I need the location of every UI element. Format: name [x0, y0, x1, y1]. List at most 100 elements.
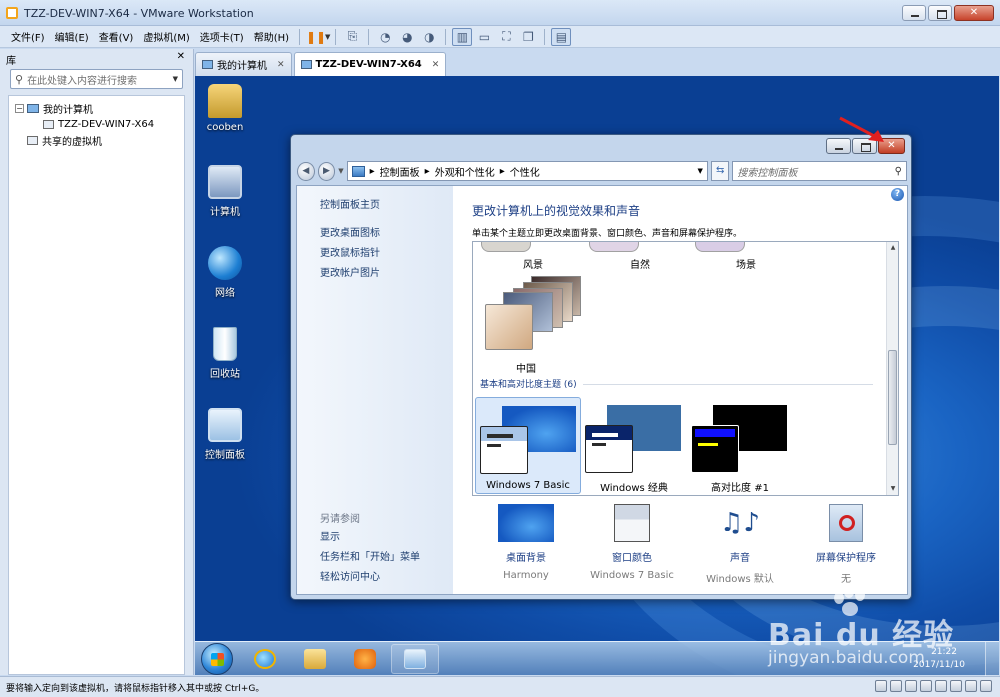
- theme-thumb-landscapes[interactable]: [481, 242, 531, 252]
- start-button[interactable]: [201, 643, 233, 675]
- theme-windows-classic[interactable]: Windows 经典: [581, 397, 687, 494]
- back-icon[interactable]: ◀: [297, 161, 315, 181]
- item-label[interactable]: 屏幕保护程序: [790, 549, 902, 564]
- theme-list-scrollbar[interactable]: ▲ ▼: [886, 242, 898, 495]
- chevron-down-icon[interactable]: ▼: [338, 167, 343, 175]
- item-label[interactable]: 桌面背景: [470, 549, 582, 564]
- menu-vm[interactable]: 虚拟机(M): [138, 29, 194, 44]
- annotation-arrow-icon: [839, 116, 884, 142]
- close-icon[interactable]: ✕: [177, 51, 185, 62]
- theme-thumb-nature[interactable]: [589, 242, 639, 252]
- close-icon[interactable]: ✕: [432, 60, 440, 70]
- link-taskbar-start-menu[interactable]: 任务栏和「开始」菜单: [320, 548, 420, 568]
- menu-tabs[interactable]: 选项卡(T): [195, 29, 249, 44]
- desktop-icon-computer[interactable]: 计算机: [195, 165, 255, 218]
- usb-icon[interactable]: [965, 680, 977, 692]
- control-panel-search-input[interactable]: 搜索控制面板 ⚲: [732, 161, 907, 181]
- taskbar-media-player[interactable]: [341, 644, 389, 674]
- snapshot-icon[interactable]: ◔: [375, 28, 395, 46]
- minimize-button[interactable]: [902, 5, 926, 21]
- help-icon[interactable]: ?: [891, 188, 904, 201]
- link-control-panel-home[interactable]: 控制面板主页: [320, 196, 380, 211]
- refresh-icon[interactable]: ⇆: [710, 161, 730, 181]
- view-fullscreen-icon[interactable]: ⛶: [496, 28, 516, 46]
- sound-card-icon[interactable]: [950, 680, 962, 692]
- vmware-logo-icon: [6, 7, 18, 19]
- hard-disk-icon[interactable]: [875, 680, 887, 692]
- chevron-down-icon[interactable]: ▼: [173, 75, 178, 83]
- personalization-body: 控制面板主页 更改桌面图标 更改鼠标指针 更改帐户图片 另请参阅 显示 任务栏和…: [296, 185, 908, 595]
- cd-drive-icon[interactable]: [890, 680, 902, 692]
- breadcrumb-item[interactable]: 个性化: [510, 164, 540, 179]
- tree-item-shared-vms[interactable]: 共享的虚拟机: [15, 132, 178, 148]
- tab-my-computer[interactable]: 我的计算机 ✕: [195, 52, 292, 76]
- tree-item-vm[interactable]: TZZ-DEV-WIN7-X64: [15, 116, 178, 132]
- desktop-background-item[interactable]: 桌面背景 Harmony: [470, 504, 582, 581]
- menu-edit[interactable]: 编辑(E): [50, 29, 94, 44]
- breadcrumb[interactable]: ▸ 控制面板 ▸ 外观和个性化 ▸ 个性化 ▼: [346, 161, 708, 181]
- pause-icon[interactable]: ❚❚: [306, 28, 326, 46]
- link-display[interactable]: 显示: [320, 528, 420, 548]
- theme-label[interactable]: 风景: [503, 256, 563, 271]
- chevron-down-icon[interactable]: ▼: [697, 167, 702, 175]
- desktop-icon-network[interactable]: 网络: [195, 246, 255, 299]
- desktop-icon-label: 回收站: [210, 369, 240, 380]
- breadcrumb-item[interactable]: 控制面板: [380, 164, 420, 179]
- revert-snapshot-icon[interactable]: ◕: [397, 28, 417, 46]
- scroll-down-icon[interactable]: ▼: [887, 483, 898, 495]
- tree-item-my-computer[interactable]: − 我的计算机: [15, 100, 178, 116]
- send-keys-icon[interactable]: ⎘: [342, 28, 362, 46]
- view-unity-icon[interactable]: ❐: [518, 28, 538, 46]
- view-normal-icon[interactable]: ▥: [452, 27, 473, 46]
- desktop-icon-recycle-bin[interactable]: 回收站: [195, 327, 255, 380]
- maximize-button[interactable]: [928, 5, 952, 21]
- desktop-icon-control-panel[interactable]: 控制面板: [195, 408, 255, 461]
- close-button[interactable]: [954, 5, 994, 21]
- theme-name: Windows 7 Basic: [486, 480, 570, 491]
- snapshot-manager-icon[interactable]: ◑: [419, 28, 439, 46]
- collapse-icon[interactable]: −: [15, 103, 24, 113]
- window-color-item[interactable]: 窗口颜色 Windows 7 Basic: [576, 504, 688, 581]
- floppy-icon[interactable]: [905, 680, 917, 692]
- theme-windows-7-basic[interactable]: Windows 7 Basic: [475, 397, 581, 494]
- search-icon[interactable]: ⚲: [895, 166, 902, 177]
- thumbnail-icon[interactable]: ▤: [551, 27, 572, 46]
- menu-help[interactable]: 帮助(H): [249, 29, 294, 44]
- desktop-icon-user[interactable]: cooben: [195, 84, 255, 133]
- theme-thumb-scenes[interactable]: [695, 242, 745, 252]
- item-label[interactable]: 声音: [684, 549, 796, 564]
- computer-icon: [202, 60, 213, 69]
- theme-label[interactable]: 场景: [716, 256, 776, 271]
- main-pane: ? 更改计算机上的视觉效果和声音 单击某个主题立即更改桌面背景、窗口颜色、声音和…: [454, 186, 907, 594]
- theme-thumb-china[interactable]: [485, 276, 585, 356]
- printer-icon[interactable]: [935, 680, 947, 692]
- forward-icon[interactable]: ▶: [317, 161, 336, 181]
- taskbar-control-panel[interactable]: [391, 644, 439, 674]
- link-change-desktop-icons[interactable]: 更改桌面图标: [320, 224, 380, 244]
- close-icon[interactable]: ✕: [277, 60, 285, 70]
- message-icon[interactable]: [980, 680, 992, 692]
- menu-view[interactable]: 查看(V): [94, 29, 139, 44]
- link-ease-of-access[interactable]: 轻松访问中心: [320, 568, 420, 588]
- sounds-item[interactable]: ♫♪ 声音 Windows 默认: [684, 504, 796, 585]
- scroll-up-icon[interactable]: ▲: [887, 242, 898, 254]
- theme-high-contrast-1[interactable]: 高对比度 #1: [687, 397, 793, 494]
- theme-label[interactable]: 中国: [501, 360, 551, 375]
- taskbar-ie[interactable]: [241, 644, 289, 674]
- taskbar-explorer[interactable]: [291, 644, 339, 674]
- scrollbar-thumb[interactable]: [888, 350, 897, 445]
- network-adapter-icon[interactable]: [920, 680, 932, 692]
- page-title: 更改计算机上的视觉效果和声音: [472, 204, 641, 218]
- view-console-icon[interactable]: ▭: [474, 28, 494, 46]
- tree-item-label: 共享的虚拟机: [42, 136, 102, 148]
- library-search-input[interactable]: ⚲ 在此处键入内容进行搜索 ▼: [10, 69, 183, 89]
- theme-label[interactable]: 自然: [610, 256, 670, 271]
- personalization-window: ◀ ▶ ▼ ▸ 控制面板 ▸ 外观和个性化 ▸ 个性化 ▼ ⇆ 搜索控制面板 ⚲: [290, 134, 912, 600]
- menu-file[interactable]: 文件(F): [6, 29, 50, 44]
- screen-saver-item[interactable]: 屏幕保护程序 无: [790, 504, 902, 585]
- tab-vm[interactable]: TZZ-DEV-WIN7-X64 ✕: [293, 52, 447, 76]
- item-label[interactable]: 窗口颜色: [576, 549, 688, 564]
- breadcrumb-item[interactable]: 外观和个性化: [435, 164, 495, 179]
- link-change-account-picture[interactable]: 更改帐户图片: [320, 264, 380, 284]
- link-change-mouse-pointers[interactable]: 更改鼠标指针: [320, 244, 380, 264]
